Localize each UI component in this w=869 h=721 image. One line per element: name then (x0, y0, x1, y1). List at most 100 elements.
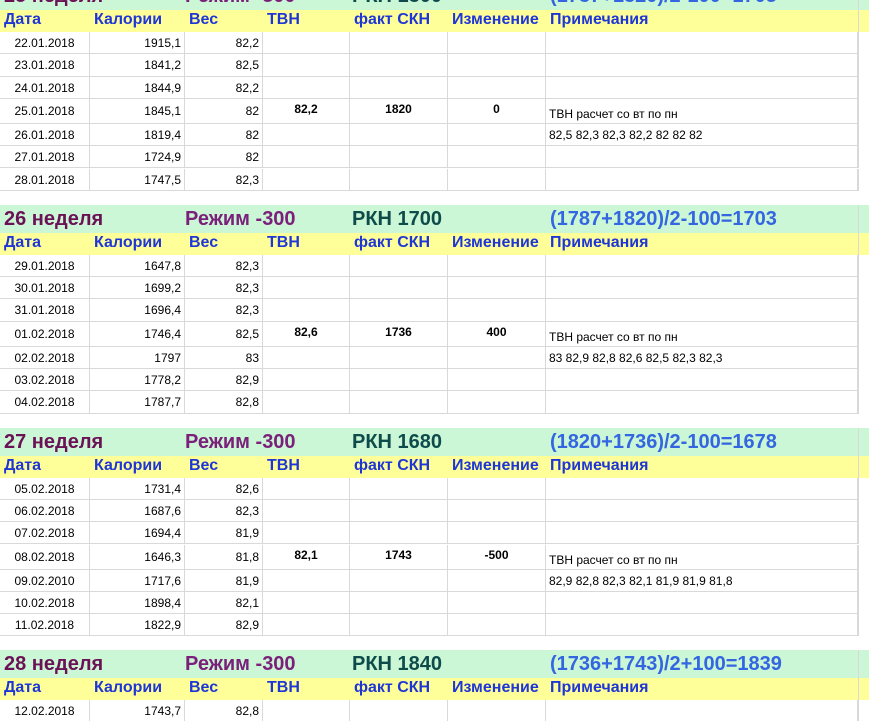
header-change[interactable]: Изменение (448, 10, 546, 32)
spare-column-cell[interactable] (858, 544, 869, 570)
tvn-value[interactable]: 82,6 (263, 321, 350, 347)
spare-column-cell[interactable] (858, 678, 869, 701)
empty-cell[interactable] (546, 499, 858, 523)
calories-cell[interactable]: 1694,4 (90, 522, 185, 545)
empty-cell[interactable] (546, 369, 858, 392)
date-cell[interactable]: 31.01.2018 (0, 299, 90, 322)
header-tvn[interactable]: ТВН (263, 456, 350, 478)
header-date[interactable]: Дата (0, 10, 90, 32)
calories-cell[interactable]: 1746,4 (90, 321, 185, 347)
week-mode[interactable]: Режим -300 (185, 0, 350, 10)
date-cell[interactable]: 09.02.2010 (0, 569, 90, 592)
note-weights[interactable]: 83 82,9 82,8 82,6 82,5 82,3 82,3 (546, 346, 858, 369)
tvn-value[interactable]: 82,1 (263, 544, 350, 570)
week-rkn[interactable]: РКН 1680 (352, 428, 546, 456)
spare-column-cell[interactable] (858, 591, 869, 615)
spare-column-cell[interactable] (858, 391, 869, 414)
week-rkn[interactable]: РКН 1840 (352, 650, 546, 678)
header-notes[interactable]: Примечания (546, 456, 858, 478)
empty-cell[interactable] (448, 299, 546, 322)
empty-cell[interactable] (448, 391, 546, 414)
note-text[interactable]: ТВН расчет со вт по пн (546, 98, 858, 124)
header-change[interactable]: Изменение (448, 233, 546, 255)
header-change[interactable]: Изменение (448, 678, 546, 700)
weight-cell[interactable]: 83 (185, 346, 263, 369)
spare-column-cell[interactable] (858, 321, 869, 347)
empty-cell[interactable] (263, 76, 350, 99)
date-cell[interactable]: 22.01.2018 (0, 32, 90, 55)
empty-cell[interactable] (546, 277, 858, 300)
weight-cell[interactable]: 82,3 (185, 254, 263, 278)
weight-cell[interactable]: 82,3 (185, 499, 263, 523)
empty-cell[interactable] (350, 522, 448, 545)
empty-cell[interactable] (263, 146, 350, 169)
weight-cell[interactable]: 82 (185, 98, 263, 124)
calories-cell[interactable]: 1724,9 (90, 146, 185, 169)
empty-cell[interactable] (546, 168, 858, 191)
calories-cell[interactable]: 1747,5 (90, 168, 185, 191)
empty-cell[interactable] (350, 123, 448, 147)
date-cell[interactable]: 10.02.2018 (0, 591, 90, 615)
week-formula[interactable]: (1787+1820)/2-100=1703 (550, 0, 850, 10)
weight-cell[interactable]: 81,9 (185, 522, 263, 545)
spare-column-cell[interactable] (858, 10, 869, 32)
empty-cell[interactable] (350, 369, 448, 392)
spare-column-cell[interactable] (858, 123, 869, 147)
empty-cell[interactable] (448, 254, 546, 278)
date-cell[interactable]: 29.01.2018 (0, 254, 90, 278)
week-label[interactable]: 28 неделя (0, 650, 185, 678)
date-cell[interactable]: 05.02.2018 (0, 477, 90, 500)
empty-cell[interactable] (546, 54, 858, 77)
spare-column-cell[interactable] (858, 455, 869, 478)
calories-cell[interactable]: 1699,2 (90, 277, 185, 300)
note-weights[interactable]: 82,9 82,8 82,3 82,1 81,9 81,9 81,8 (546, 569, 858, 592)
date-cell[interactable]: 02.02.2018 (0, 346, 90, 369)
header-calories[interactable]: Калории (90, 456, 185, 478)
empty-cell[interactable] (546, 299, 858, 322)
empty-cell[interactable] (263, 168, 350, 191)
calories-cell[interactable]: 1717,6 (90, 569, 185, 592)
empty-cell[interactable] (448, 499, 546, 523)
empty-cell[interactable] (448, 591, 546, 615)
date-cell[interactable]: 25.01.2018 (0, 98, 90, 124)
spare-column-cell[interactable] (858, 76, 869, 99)
empty-cell[interactable] (448, 477, 546, 500)
week-rkn[interactable]: РКН 1700 (352, 205, 546, 233)
date-cell[interactable]: 11.02.2018 (0, 614, 90, 637)
spare-column-cell[interactable] (858, 299, 869, 322)
tvn-value[interactable]: 82,2 (263, 98, 350, 124)
calories-cell[interactable]: 1819,4 (90, 123, 185, 147)
header-notes[interactable]: Примечания (546, 233, 858, 255)
empty-cell[interactable] (263, 346, 350, 369)
header-weight[interactable]: Вес (185, 456, 263, 478)
calories-cell[interactable]: 1731,4 (90, 477, 185, 500)
empty-cell[interactable] (350, 499, 448, 523)
header-tvn[interactable]: ТВН (263, 10, 350, 32)
change-value[interactable]: 400 (448, 321, 546, 347)
calories-cell[interactable]: 1841,2 (90, 54, 185, 77)
note-text[interactable]: ТВН расчет со вт по пн (546, 321, 858, 347)
calories-cell[interactable]: 1915,1 (90, 32, 185, 55)
calories-cell[interactable]: 1822,9 (90, 614, 185, 637)
empty-cell[interactable] (350, 146, 448, 169)
header-skn[interactable]: факт СКН (350, 233, 448, 255)
weight-cell[interactable]: 82,3 (185, 168, 263, 191)
weight-cell[interactable]: 82,9 (185, 614, 263, 637)
header-skn[interactable]: факт СКН (350, 678, 448, 700)
empty-cell[interactable] (350, 477, 448, 500)
header-date[interactable]: Дата (0, 233, 90, 255)
empty-cell[interactable] (350, 591, 448, 615)
empty-cell[interactable] (546, 591, 858, 615)
empty-cell[interactable] (448, 369, 546, 392)
date-cell[interactable]: 28.01.2018 (0, 168, 90, 191)
skn-value[interactable]: 1743 (350, 544, 448, 570)
empty-cell[interactable] (263, 369, 350, 392)
spare-column-cell[interactable] (858, 522, 869, 545)
weight-cell[interactable]: 82 (185, 146, 263, 169)
header-weight[interactable]: Вес (185, 10, 263, 32)
spare-column-cell[interactable] (858, 32, 869, 55)
spare-column-cell[interactable] (858, 369, 869, 392)
date-cell[interactable]: 06.02.2018 (0, 499, 90, 523)
weight-cell[interactable]: 82,2 (185, 76, 263, 99)
empty-cell[interactable] (263, 499, 350, 523)
